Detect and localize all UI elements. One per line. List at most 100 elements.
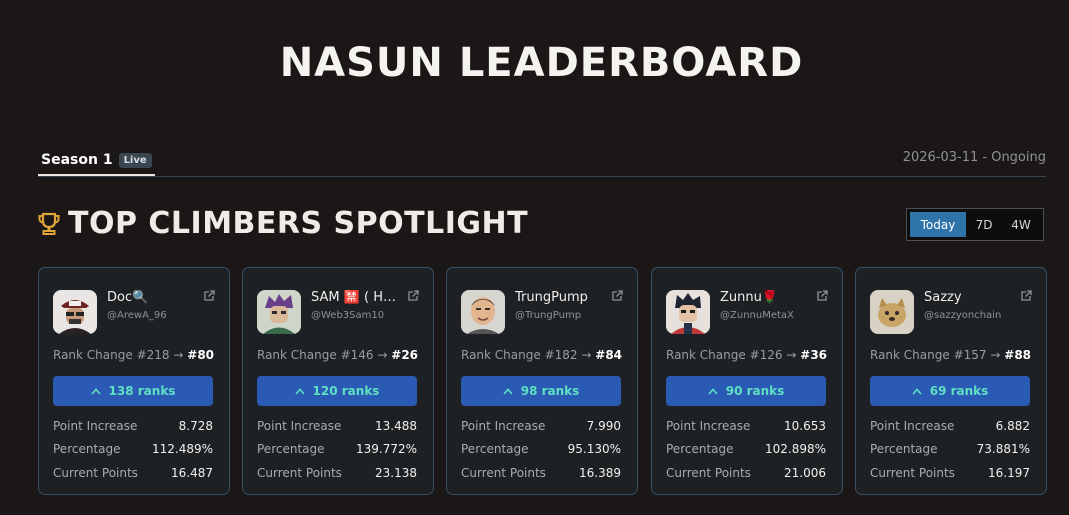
climber-card: SAM 🈲 ( H… @Web3Sam10 Rank Change #146 →… (242, 267, 434, 495)
climber-handle: @sazzyonchain (924, 310, 1002, 321)
stat-label: Current Points (461, 466, 546, 480)
avatar-image (461, 290, 505, 334)
climber-name: TrungPump (515, 290, 588, 305)
avatar-image (257, 290, 301, 334)
chevron-up-icon (912, 387, 922, 395)
stat-value: 73.881% (976, 442, 1030, 456)
page-title: NASUN LEADERBOARD (279, 40, 804, 86)
chevron-up-icon (90, 387, 101, 395)
avatar (666, 290, 710, 334)
rank-to: #88 (1004, 348, 1032, 362)
season-date-range: 2026-03-11 - Ongoing (902, 150, 1046, 165)
avatar-image (53, 290, 97, 334)
range-4w-button[interactable]: 4W (1002, 212, 1040, 237)
stat-value: 7.990 (586, 419, 621, 433)
rank-change-label: Rank Change (257, 348, 337, 362)
climber-handle: @Web3Sam10 (311, 310, 385, 321)
ranks-gained-button[interactable]: 120 ranks (257, 376, 417, 406)
external-link-icon[interactable] (203, 290, 215, 302)
stat-label: Percentage (53, 442, 121, 456)
rank-change-label: Rank Change (53, 348, 133, 362)
external-link-icon[interactable] (611, 290, 623, 302)
stat-value: 16.197 (988, 466, 1030, 480)
stat-value: 10.653 (784, 419, 826, 433)
rank-arrow: → (377, 348, 388, 362)
stat-label: Current Points (666, 466, 751, 480)
climber-name: Zunnu🌹 (720, 290, 779, 305)
external-link-icon[interactable] (407, 290, 419, 302)
ranks-gained-button[interactable]: 138 ranks (53, 376, 213, 406)
climber-card: Sazzy @sazzyonchain Rank Change #157 → #… (855, 267, 1047, 495)
climber-handle: @TrungPump (515, 310, 582, 321)
rank-change: Rank Change #146 → #26 (257, 348, 418, 362)
spotlight-title: TOP CLIMBERS SPOTLIGHT (68, 206, 529, 241)
ranks-gained-label: 98 ranks (520, 384, 580, 398)
external-link-icon[interactable] (816, 290, 828, 302)
stat-point-increase: Point Increase 7.990 (461, 419, 621, 433)
stat-label: Point Increase (666, 419, 751, 433)
ranks-gained-button[interactable]: 69 ranks (870, 376, 1030, 406)
climber-card: Doc🔍 @ArewA_96 Rank Change #218 → #80 13… (38, 267, 230, 495)
stat-label: Current Points (257, 466, 342, 480)
chevron-up-icon (708, 387, 718, 395)
rank-arrow: → (990, 348, 1001, 362)
rank-from: #126 (749, 348, 783, 362)
stat-point-increase: Point Increase 13.488 (257, 419, 417, 433)
rank-to: #36 (800, 348, 828, 362)
stat-point-increase: Point Increase 8.728 (53, 419, 213, 433)
stat-percentage: Percentage 95.130% (461, 442, 621, 456)
climber-card: Zunnu🌹 @ZunnuMetaX Rank Change #126 → #3… (651, 267, 843, 495)
stat-label: Point Increase (257, 419, 342, 433)
rank-change-label: Rank Change (666, 348, 746, 362)
stat-value: 6.882 (995, 419, 1030, 433)
stat-current-points: Current Points 21.006 (666, 466, 826, 480)
stat-label: Current Points (53, 466, 138, 480)
avatar (257, 290, 301, 334)
stat-point-increase: Point Increase 10.653 (666, 419, 826, 433)
rank-from: #182 (544, 348, 578, 362)
stat-label: Percentage (870, 442, 938, 456)
ranks-gained-button[interactable]: 98 ranks (461, 376, 621, 406)
stat-value: 95.130% (567, 442, 621, 456)
range-today-button[interactable]: Today (910, 212, 966, 237)
avatar (870, 290, 914, 334)
spotlight-header: TOP CLIMBERS SPOTLIGHT (38, 206, 528, 241)
stat-label: Percentage (257, 442, 325, 456)
rank-arrow: → (786, 348, 797, 362)
ranks-gained-label: 120 ranks (312, 384, 380, 398)
chevron-up-icon (294, 387, 305, 395)
live-badge: Live (118, 152, 152, 168)
stat-label: Percentage (666, 442, 734, 456)
ranks-gained-label: 69 ranks (929, 384, 989, 398)
climber-name: SAM 🈲 ( H… (311, 290, 397, 305)
season-tab-label: Season 1 (41, 152, 113, 168)
tab-season-1[interactable]: Season 1 Live (38, 146, 155, 176)
stat-label: Percentage (461, 442, 529, 456)
stat-value: 112.489% (151, 442, 213, 456)
rank-arrow: → (173, 348, 184, 362)
climber-handle: @ZunnuMetaX (720, 310, 794, 321)
range-7d-button[interactable]: 7D (966, 212, 1002, 237)
rank-change: Rank Change #157 → #88 (870, 348, 1031, 362)
stat-percentage: Percentage 102.898% (666, 442, 826, 456)
external-link-icon[interactable] (1020, 290, 1032, 302)
time-range-toggle: Today 7D 4W (906, 208, 1044, 241)
rank-arrow: → (581, 348, 592, 362)
avatar (461, 290, 505, 334)
stat-value: 13.488 (375, 419, 417, 433)
avatar-image (666, 290, 710, 334)
rank-change: Rank Change #218 → #80 (53, 348, 214, 362)
stat-current-points: Current Points 16.389 (461, 466, 621, 480)
stat-value: 8.728 (178, 419, 213, 433)
stat-label: Current Points (870, 466, 955, 480)
stat-label: Point Increase (53, 419, 138, 433)
stat-current-points: Current Points 16.487 (53, 466, 213, 480)
stat-point-increase: Point Increase 6.882 (870, 419, 1030, 433)
stat-percentage: Percentage 139.772% (257, 442, 417, 456)
ranks-gained-button[interactable]: 90 ranks (666, 376, 826, 406)
rank-change-label: Rank Change (870, 348, 950, 362)
rank-change: Rank Change #126 → #36 (666, 348, 827, 362)
stat-value: 102.898% (764, 442, 826, 456)
rank-to: #84 (595, 348, 623, 362)
season-tabs: Season 1 Live 2026-03-11 - Ongoing (38, 146, 1046, 177)
